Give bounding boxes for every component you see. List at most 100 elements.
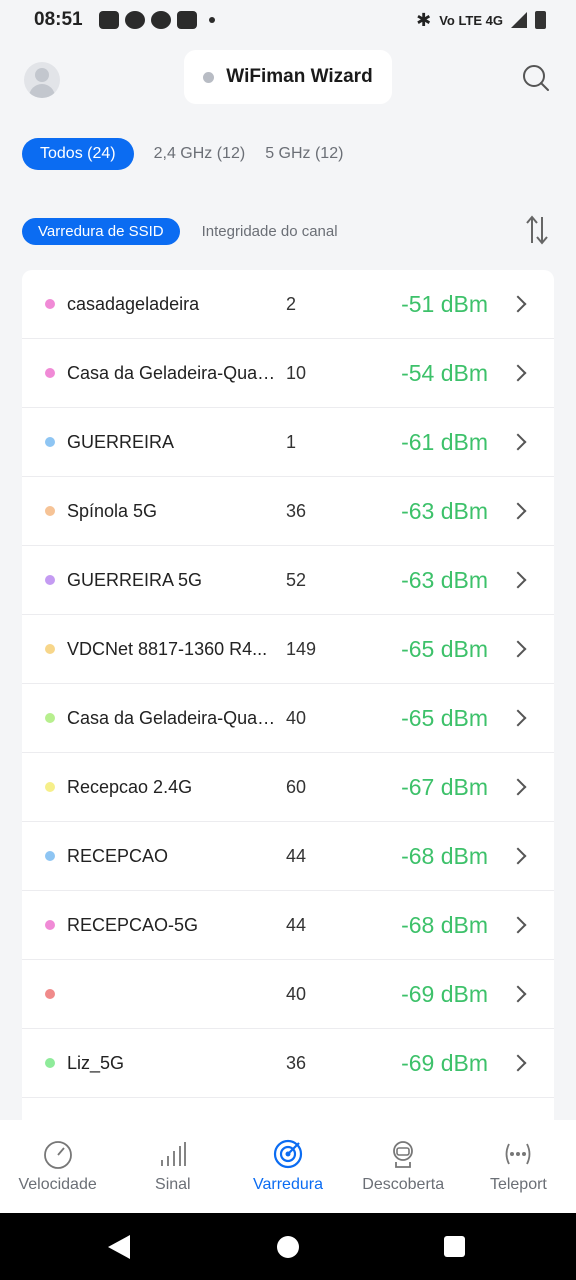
radar-scan-icon	[273, 1139, 303, 1169]
band-color-dot	[45, 1058, 55, 1068]
nav-sinal[interactable]: Sinal	[115, 1120, 230, 1213]
system-nav-bar	[0, 1213, 576, 1280]
wizard-title-pill[interactable]: WiFiman Wizard	[184, 50, 392, 104]
chevron-right-icon	[509, 985, 527, 1003]
avatar[interactable]	[24, 62, 60, 98]
status-dot-icon	[203, 71, 215, 83]
network-channel: 36	[286, 500, 307, 521]
nav-label: Varredura	[253, 1176, 323, 1193]
scan-subtabs: Varredura de SSID Integridade do canal	[22, 214, 554, 247]
network-signal: -68 dBm	[401, 911, 488, 938]
band-color-dot	[45, 920, 55, 930]
band-color-dot	[45, 782, 55, 792]
network-channel: 44	[286, 914, 307, 935]
battery-icon	[535, 11, 546, 29]
network-ssid: Recepcao 2.4G	[67, 776, 193, 797]
system-indicators: ✱ Vo LTE 4G	[416, 10, 546, 31]
filter-2-4ghz[interactable]: 2,4 GHz (12)	[154, 138, 246, 170]
nav-label: Sinal	[155, 1176, 191, 1193]
chevron-right-icon	[509, 640, 527, 658]
network-row[interactable]: Casa da Geladeira-Quali... 40 -65 dBm	[22, 684, 554, 753]
nav-varredura[interactable]: Varredura	[230, 1120, 345, 1213]
status-bar: 08:51 ✱ Vo LTE 4G	[0, 0, 576, 40]
network-row[interactable]: Liz_5G 36 -69 dBm	[22, 1029, 554, 1098]
chevron-right-icon	[509, 433, 527, 451]
filter-5ghz[interactable]: 5 GHz (12)	[265, 138, 343, 170]
network-row[interactable]: casadageladeira 2 -51 dBm	[22, 270, 554, 339]
tab-ssid-scan[interactable]: Varredura de SSID	[22, 217, 180, 245]
network-channel: 149	[286, 638, 317, 659]
network-signal: -51 dBm	[401, 290, 488, 317]
chevron-right-icon	[509, 709, 527, 727]
network-signal: -63 dBm	[401, 497, 488, 524]
cell-signal-icon	[511, 12, 527, 28]
network-signal: -69 dBm	[401, 980, 488, 1007]
filter-all[interactable]: Todos (24)	[22, 138, 134, 170]
whatsapp-notification-icon	[124, 11, 145, 29]
chevron-right-icon	[509, 502, 527, 520]
network-row[interactable]: RECEPCAO 44 -68 dBm	[22, 822, 554, 891]
band-color-dot	[45, 851, 55, 861]
band-color-dot	[45, 368, 55, 378]
band-color-dot	[45, 989, 55, 999]
network-signal: -65 dBm	[401, 635, 488, 662]
signal-bars-icon	[160, 1142, 186, 1166]
avatar-body	[29, 84, 55, 98]
network-ssid: GUERREIRA 5G	[67, 569, 203, 590]
network-signal: -61 dBm	[401, 428, 488, 455]
bluetooth-icon: ✱	[416, 9, 432, 30]
network-signal: -68 dBm	[401, 842, 488, 869]
network-signal: -65 dBm	[401, 704, 488, 731]
network-signal: -67 dBm	[401, 773, 488, 800]
notification-icons	[98, 11, 215, 29]
network-signal: -69 dBm	[401, 1049, 488, 1076]
chevron-right-icon	[509, 571, 527, 589]
teleport-icon	[506, 1143, 531, 1165]
network-row[interactable]: Recepcao 2.4G 60 -67 dBm	[22, 753, 554, 822]
tab-channel-health[interactable]: Integridade do canal	[202, 216, 338, 247]
network-ssid: Spínola 5G	[67, 500, 158, 521]
network-ssid: casadageladeira	[67, 293, 200, 314]
chevron-right-icon	[509, 295, 527, 313]
search-icon[interactable]	[522, 64, 550, 92]
network-ssid: Casa da Geladeira-Quali...	[67, 707, 279, 728]
chat-notification-icon	[98, 11, 119, 29]
nav-label: Descoberta	[362, 1176, 445, 1193]
status-time: 08:51	[34, 9, 83, 30]
network-row[interactable]: Casa da Geladeira-Quali... 10 -54 dBm	[22, 339, 554, 408]
chevron-right-icon	[509, 364, 527, 382]
youtube-notification-icon	[176, 11, 197, 29]
home-button[interactable]	[277, 1236, 299, 1258]
network-type-label: Vo LTE 4G	[439, 12, 503, 28]
band-color-dot	[45, 644, 55, 654]
chevron-right-icon	[509, 778, 527, 796]
network-channel: 44	[286, 845, 307, 866]
nav-teleport[interactable]: Teleport	[461, 1120, 576, 1213]
discovery-icon	[393, 1141, 414, 1168]
nav-label: Velocidade	[18, 1176, 97, 1193]
network-row[interactable]: 40 -69 dBm	[22, 960, 554, 1029]
network-channel: 2	[286, 293, 297, 314]
network-row[interactable]: GUERREIRA 5G 52 -63 dBm	[22, 546, 554, 615]
sort-icon[interactable]	[524, 214, 550, 246]
nav-label: Teleport	[489, 1176, 547, 1193]
back-button[interactable]	[108, 1235, 130, 1259]
network-channel: 52	[286, 569, 307, 590]
network-channel: 40	[286, 983, 307, 1004]
nav-velocidade[interactable]: Velocidade	[0, 1120, 115, 1213]
network-row[interactable]: RECEPCAO-5G 44 -68 dBm	[22, 891, 554, 960]
network-channel: 40	[286, 707, 307, 728]
network-ssid: GUERREIRA	[67, 431, 175, 452]
nav-descoberta[interactable]: Descoberta	[346, 1120, 461, 1213]
network-ssid: Casa da Geladeira-Quali...	[67, 362, 279, 383]
network-row[interactable]: Spínola 5G 36 -63 dBm	[22, 477, 554, 546]
network-channel: 36	[286, 1052, 307, 1073]
chevron-right-icon	[509, 1054, 527, 1072]
band-color-dot	[45, 299, 55, 309]
network-ssid: Liz_5G	[67, 1052, 125, 1073]
recents-button[interactable]	[444, 1236, 465, 1257]
network-row[interactable]: GUERREIRA 1 -61 dBm	[22, 408, 554, 477]
app-notification-icon	[150, 11, 171, 29]
network-row[interactable]: VDCNet 8817-1360 R4... 149 -65 dBm	[22, 615, 554, 684]
network-channel: 1	[286, 431, 297, 452]
